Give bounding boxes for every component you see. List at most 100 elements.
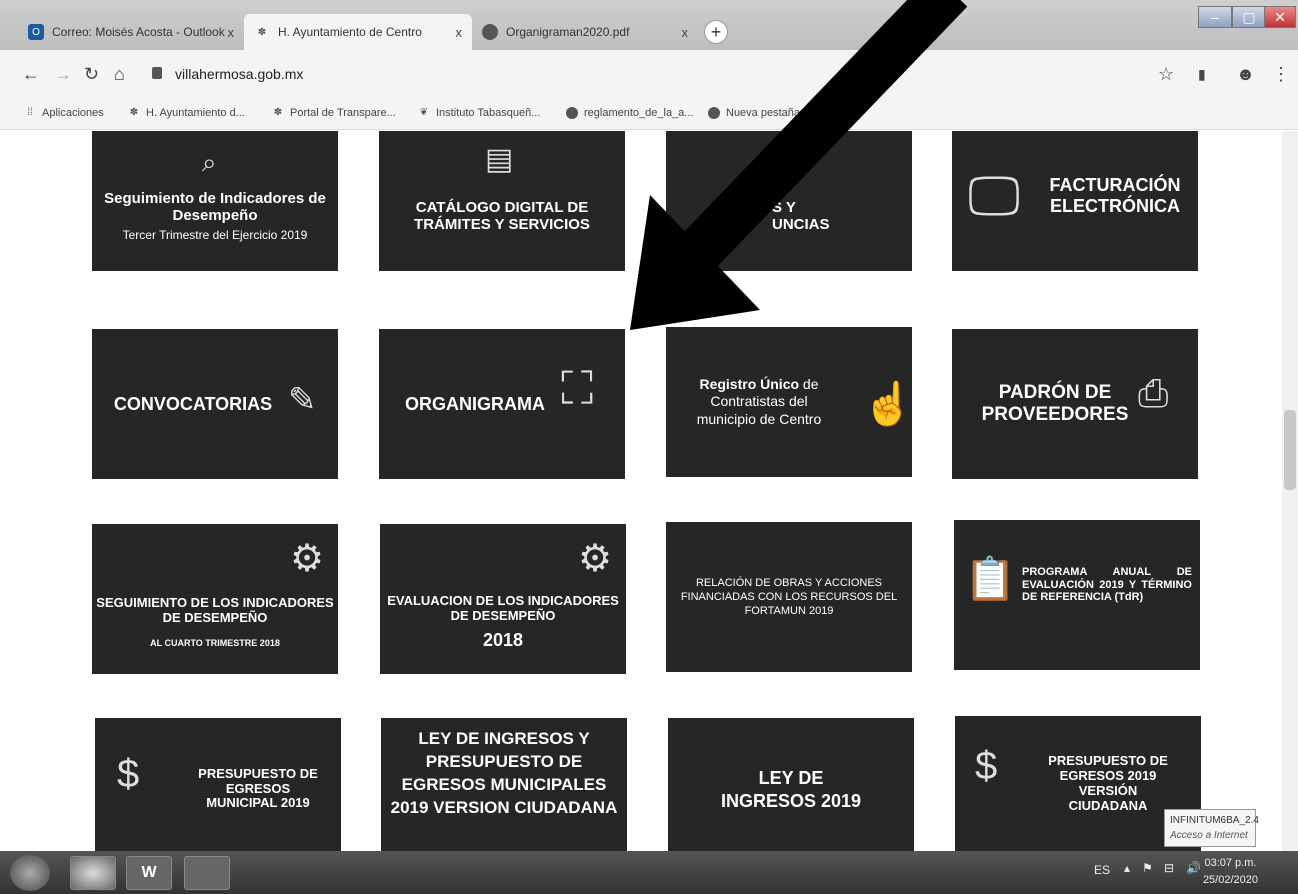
tile-organigrama[interactable]: ORGANIGRAMA ⛶ (379, 329, 625, 479)
home-icon[interactable]: ⌂ (114, 64, 125, 85)
tile-presupuesto-egresos-2019[interactable]: $ PRESUPUESTO DE EGRESOS MUNICIPAL 2019 (95, 718, 341, 851)
tile-title: PADRÓN DE PROVEEDORES (981, 382, 1129, 425)
bookmark-label: Aplicaciones (42, 107, 104, 119)
forms-cloud-icon: ▤ (485, 143, 514, 176)
tab-ayuntamiento[interactable]: ✽ H. Ayuntamiento de Centro x (244, 14, 472, 50)
globe-icon (482, 24, 498, 40)
flag-icon[interactable]: ⚑ (1142, 861, 1153, 875)
tab-title: Organigraman2020.pdf (506, 25, 630, 39)
minimize-icon[interactable]: – (1198, 6, 1232, 28)
tile-subtitle: 2018 (482, 629, 524, 650)
tile-facturacion-electronica[interactable]: 🖵 FACTURACIÓN ELECTRÓNICA (952, 131, 1198, 271)
chrome-taskbar-icon[interactable] (70, 856, 116, 890)
tile-ley-ingresos-2019[interactable]: LEY DE INGRESOS 2019 (668, 718, 914, 851)
bookmark-instituto[interactable]: ❦ Instituto Tabasqueñ... (418, 107, 541, 119)
reload-icon[interactable]: ↻ (84, 64, 99, 85)
system-clock[interactable]: 03:07 p.m. 25/02/2020 (1203, 855, 1258, 889)
tile-convocatorias[interactable]: CONVOCATORIAS ✎ (92, 329, 338, 479)
page-content: ⌕ Seguimiento de Indicadores de Desempeñ… (0, 131, 1298, 851)
tile-padron-proveedores[interactable]: PADRÓN DE PROVEEDORES ⎙ (952, 329, 1198, 479)
tile-catalogo-digital[interactable]: ▤ CATÁLOGO DIGITAL DE TRÁMITES Y SERVICI… (379, 131, 625, 271)
lock-icon (152, 67, 162, 79)
tile-evaluacion-indicadores[interactable]: ⚙ EVALUACION DE LOS INDICADORES DE DESEM… (380, 524, 626, 674)
clipboard-magnifier-icon: 📋 (964, 555, 1017, 602)
tile-title: CATÁLOGO DIGITAL DE TRÁMITES Y SERVICIOS (414, 198, 590, 233)
money-hand-icon: $ (117, 752, 140, 796)
tile-title: RELACIÓN DE OBRAS Y ACCIONES FINANCIADAS… (680, 576, 898, 618)
language-indicator[interactable]: ES (1094, 863, 1110, 877)
apps-grid-icon: ⁞⁞ (27, 107, 33, 118)
tile-registro-contratistas[interactable]: Registro Único de Contratistas del munic… (666, 327, 912, 477)
start-button[interactable] (10, 855, 50, 891)
bookmarks-bar: ⁞⁞ Aplicaciones ✽ H. Ayuntamiento d... ✽… (0, 98, 1298, 130)
tile-title: Seguimiento de Indicadores de Desempeño (104, 189, 326, 224)
tile-seguimiento-indicadores-2019[interactable]: ⌕ Seguimiento de Indicadores de Desempeñ… (92, 131, 338, 271)
bookmark-reglamento[interactable]: reglamento_de_la_a... (566, 107, 693, 119)
volume-icon[interactable]: 🔊 (1186, 861, 1201, 875)
profile-icon[interactable]: ☻ (1236, 64, 1255, 85)
tab-strip: O Correo: Moisés Acosta - Outlook x ✽ H.… (0, 0, 1298, 50)
notepad-taskbar-icon[interactable] (184, 856, 230, 890)
bookmark-label: Nueva pestaña (726, 107, 800, 119)
tab-title: Correo: Moisés Acosta - Outlook (52, 25, 225, 39)
close-icon[interactable]: x (682, 25, 689, 40)
scrollbar-thumb[interactable] (1284, 410, 1296, 490)
close-icon[interactable]: x (456, 25, 463, 40)
hand-pointer-icon: ☝ (862, 380, 912, 427)
document-pen-icon: ✎ (288, 381, 317, 419)
tab-organigrama-pdf[interactable]: Organigraman2020.pdf x (472, 14, 698, 50)
extension-icon[interactable]: ▮ (1198, 66, 1206, 83)
new-tab-button[interactable]: + (704, 20, 728, 44)
menu-icon[interactable]: ⋮ (1272, 64, 1290, 85)
bookmark-label: H. Ayuntamiento d... (146, 107, 245, 119)
address-bar[interactable]: villahermosa.gob.mx (175, 66, 303, 82)
maximize-icon[interactable]: ▢ (1232, 6, 1266, 28)
leaf-icon: ❦ (419, 107, 429, 118)
back-icon[interactable]: ← (22, 64, 40, 85)
globe-icon (708, 107, 720, 119)
tile-relacion-obras-fortamun[interactable]: RELACIÓN DE OBRAS Y ACCIONES FINANCIADAS… (666, 522, 912, 672)
checklist-gear-icon: ⚙ (578, 538, 613, 580)
tile-title: PRESUPUESTO DE EGRESOS MUNICIPAL 2019 (198, 765, 318, 811)
tooltip-title: INFINITUM6BA_2.4 (1170, 815, 1259, 826)
tile-ley-ingresos-presupuesto-ciudadana[interactable]: LEY DE INGRESOS Y PRESUPUESTO DE EGRESOS… (381, 718, 627, 851)
network-icon[interactable]: ⊟ (1164, 861, 1174, 875)
tile-title: CONVOCATORIAS (113, 393, 273, 414)
bookmark-label: Portal de Transpare... (290, 107, 396, 119)
bookmark-ayuntamiento[interactable]: ✽ H. Ayuntamiento d... (128, 107, 245, 119)
tile-title: PRESUPUESTO DE EGRESOS 2019 VERSIÓN CIUD… (1048, 753, 1168, 813)
tooltip-subtitle: Acceso a Internet (1170, 830, 1248, 841)
tile-title: SEGUIMIENTO DE LOS INDICADORES DE DESEMP… (96, 595, 334, 625)
tile-title-bold: Registro Único (699, 375, 800, 392)
tile-title: S Y UNCIAS (772, 198, 830, 233)
tile-seguimiento-indicadores-2018[interactable]: ⚙ SEGUIMIENTO DE LOS INDICADORES DE DESE… (92, 524, 338, 674)
tab-outlook[interactable]: O Correo: Moisés Acosta - Outlook x (18, 14, 244, 50)
tile-title: ORGANIGRAMA (405, 393, 545, 414)
bookmark-nueva-pestana[interactable]: Nueva pestaña (708, 107, 800, 119)
word-taskbar-icon[interactable]: W (126, 856, 172, 890)
network-tooltip: INFINITUM6BA_2.4 Acceso a Internet (1164, 809, 1259, 847)
tile-title: EVALUACION DE LOS INDICADORES DE DESEMPE… (387, 592, 619, 623)
magnifier-chart-icon: ⌕ (202, 147, 217, 177)
palm-icon: ✽ (257, 26, 267, 38)
close-window-icon[interactable]: ✕ (1264, 6, 1296, 28)
os-taskbar: W ES ▴ ⚑ ⊟ 🔊 03:07 p.m. 25/02/2020 (0, 851, 1298, 894)
computer-monitor-icon: 🖵 (968, 166, 1021, 226)
box-hand-icon: ⎙ (1138, 373, 1169, 415)
tray-expand-icon[interactable]: ▴ (1124, 861, 1130, 875)
close-icon[interactable]: x (228, 25, 235, 40)
tile-title: FACTURACIÓN ELECTRÓNICA (1049, 175, 1181, 216)
bookmark-star-icon[interactable]: ☆ (1158, 64, 1174, 85)
page-scrollbar[interactable] (1282, 131, 1298, 851)
globe-icon (566, 107, 578, 119)
tile-title: PROGRAMA ANUAL DE EVALUACIÓN 2019 Y TÉRM… (1022, 566, 1192, 604)
bookmark-label: reglamento_de_la_a... (584, 107, 694, 119)
tile-quejas-denuncias[interactable]: S Y UNCIAS (666, 131, 912, 271)
bookmark-transparencia[interactable]: ✽ Portal de Transpare... (272, 107, 396, 119)
outlook-icon: O (28, 24, 44, 40)
tile-title: Registro Único de Contratistas del munic… (684, 376, 834, 429)
bookmark-aplicaciones[interactable]: ⁞⁞ Aplicaciones (24, 107, 104, 119)
browser-toolbar: ← → ↻ ⌂ villahermosa.gob.mx ☆ ▮ ☻ ⋮ (0, 50, 1298, 98)
forward-icon[interactable]: → (54, 64, 72, 85)
tile-programa-anual-evaluacion[interactable]: 📋 PROGRAMA ANUAL DE EVALUACIÓN 2019 Y TÉ… (954, 520, 1200, 670)
